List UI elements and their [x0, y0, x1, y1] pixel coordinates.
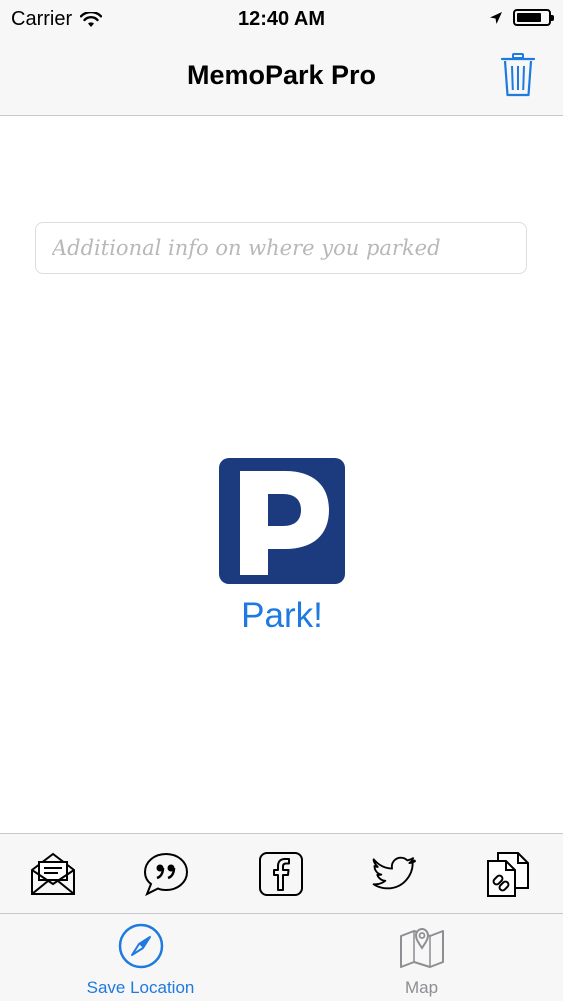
- message-icon: [143, 852, 189, 897]
- parking-info-input[interactable]: [35, 222, 527, 274]
- tab-label: Save Location: [86, 978, 195, 997]
- status-time: 12:40 AM: [237, 8, 326, 30]
- copy-link-icon: [487, 852, 529, 897]
- facebook-icon: [259, 852, 303, 896]
- status-bar: Carrier 12:40 AM: [0, 0, 563, 38]
- share-facebook-button[interactable]: [257, 850, 305, 898]
- parking-sign-icon: [219, 458, 345, 584]
- navigation-bar: MemoPark Pro: [0, 38, 563, 116]
- page-title: MemoPark Pro: [186, 60, 377, 90]
- share-mail-button[interactable]: [29, 850, 77, 898]
- park-button[interactable]: Park!: [215, 456, 349, 646]
- map-pin-icon: [399, 927, 444, 968]
- twitter-icon: [372, 856, 416, 890]
- trash-icon: [500, 53, 536, 97]
- mail-icon: [31, 852, 75, 895]
- share-toolbar: [0, 833, 563, 914]
- parking-letter-icon: [240, 471, 329, 575]
- compass-icon: [118, 923, 163, 969]
- tab-bar: Save Location Map: [0, 913, 563, 1001]
- location-arrow-icon: [490, 11, 502, 24]
- battery-icon: [513, 9, 554, 26]
- share-copy-link-button[interactable]: [484, 850, 532, 898]
- trash-button[interactable]: [500, 52, 536, 98]
- share-twitter-button[interactable]: [371, 850, 419, 898]
- share-message-button[interactable]: [142, 850, 190, 898]
- status-right: [489, 9, 554, 26]
- tab-map[interactable]: Map: [281, 914, 562, 1001]
- tab-save-location[interactable]: Save Location: [0, 914, 281, 1001]
- tab-label: Map: [404, 978, 439, 997]
- park-label: Park!: [241, 596, 323, 635]
